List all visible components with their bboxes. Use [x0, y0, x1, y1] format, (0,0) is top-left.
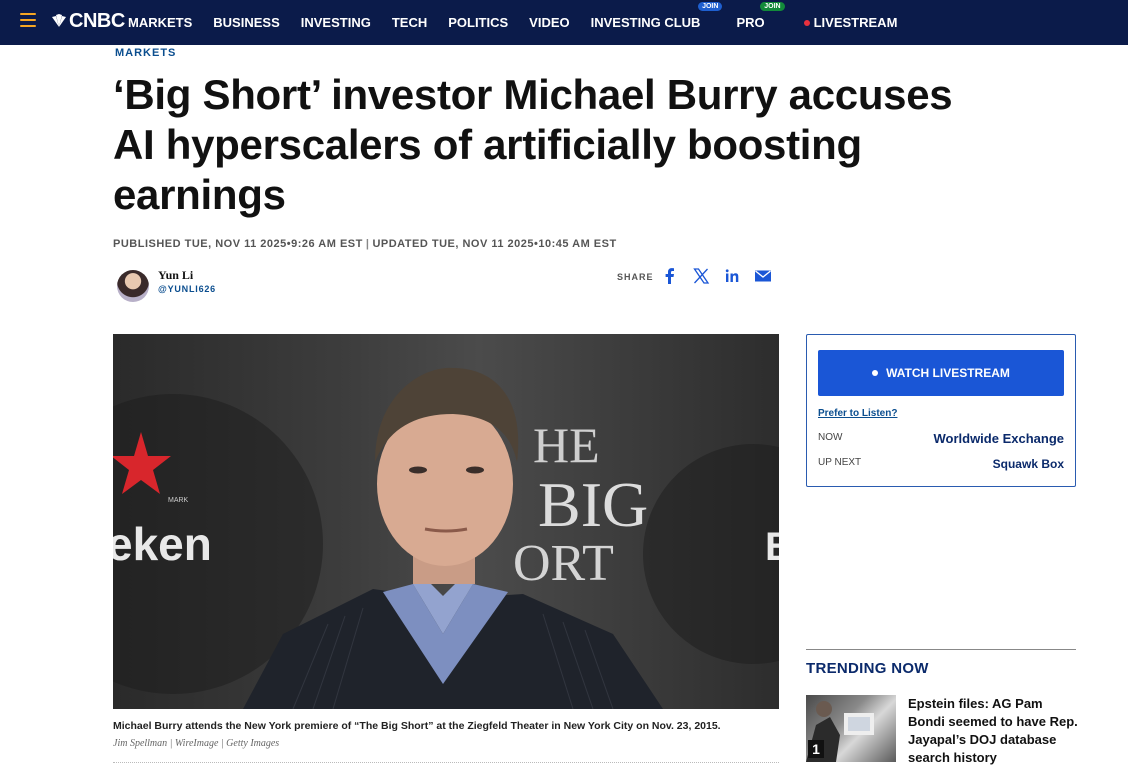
- linkedin-icon[interactable]: [723, 267, 741, 285]
- watch-livestream-button[interactable]: WATCH LIVESTREAM: [818, 350, 1064, 396]
- logo-text: CNBC: [69, 9, 125, 32]
- nav-menu: MARKETS BUSINESS INVESTING TECH POLITICS…: [128, 0, 918, 45]
- nav-label: MARKETS: [128, 15, 193, 30]
- nav-label: LIVESTREAM: [813, 15, 898, 30]
- sign-text-right-3: ORT: [513, 535, 614, 592]
- trending-rank: 1: [808, 740, 824, 758]
- nav-label: INVESTING: [300, 15, 371, 30]
- timestamps: PUBLISHED TUE, NOV 11 2025•9:26 AM EST | U…: [113, 238, 617, 250]
- trending-thumbnail[interactable]: 1: [806, 695, 896, 762]
- updated-time: UPDATED TUE, NOV 11 2025•10:45 AM EST: [372, 238, 617, 250]
- peacock-icon: [52, 14, 66, 27]
- sign-text-right-1: HE: [533, 417, 600, 473]
- live-dot-icon: [803, 19, 810, 26]
- nav-label: VIDEO: [529, 15, 570, 30]
- nav-item-video[interactable]: VIDEO: [529, 15, 569, 30]
- sign-text-right-2: BIG: [538, 469, 648, 540]
- top-nav: CNBC MARKETS BUSINESS INVESTING TECH POL…: [0, 0, 1128, 45]
- up-next-label: UP NEXT: [818, 457, 862, 468]
- nav-label: POLITICS: [448, 15, 509, 30]
- published-time: PUBLISHED TUE, NOV 11 2025•9:26 AM EST: [113, 238, 363, 250]
- nav-item-pro[interactable]: PRO JOIN: [736, 2, 785, 30]
- sign-mark-text: MARK: [168, 497, 189, 504]
- prefer-to-listen-link[interactable]: Prefer to Listen?: [818, 408, 897, 419]
- author-handle[interactable]: @YUNLI626: [158, 284, 216, 294]
- hero-image: MARK eken B HE BIG ORT: [113, 334, 779, 709]
- author-name[interactable]: Yun Li: [158, 268, 193, 283]
- trending-rule: [806, 649, 1076, 650]
- nav-label: INVESTING CLUB: [590, 15, 701, 30]
- svg-text:B: B: [765, 525, 779, 569]
- trending-headline[interactable]: Epstein files: AG Pam Bondi seemed to ha…: [908, 695, 1078, 767]
- image-caption: Michael Burry attends the New York premi…: [113, 720, 721, 732]
- cnbc-logo[interactable]: CNBC: [50, 8, 125, 34]
- menu-icon[interactable]: [20, 13, 36, 27]
- author-avatar[interactable]: [117, 270, 149, 302]
- up-next-program[interactable]: Squawk Box: [993, 457, 1064, 471]
- nav-label: BUSINESS: [213, 15, 280, 30]
- sign-text-left: eken: [113, 518, 212, 570]
- section-label[interactable]: MARKETS: [115, 47, 176, 59]
- share-label: SHARE: [617, 272, 654, 282]
- nav-item-politics[interactable]: POLITICS: [448, 15, 508, 30]
- timestamp-separator: |: [365, 238, 370, 250]
- join-badge[interactable]: JOIN: [760, 2, 785, 11]
- trending-title: TRENDING NOW: [806, 660, 929, 677]
- nav-item-investing[interactable]: INVESTING: [301, 15, 371, 30]
- now-program[interactable]: Worldwide Exchange: [933, 431, 1064, 446]
- nav-label: PRO: [736, 15, 765, 30]
- nav-item-tech[interactable]: TECH: [392, 15, 427, 30]
- photo-illustration: MARK eken B HE BIG ORT: [113, 367, 779, 709]
- article-headline: ‘Big Short’ investor Michael Burry accus…: [113, 71, 953, 218]
- nav-item-livestream[interactable]: LIVESTREAM: [803, 15, 898, 30]
- live-dot-icon: [872, 370, 879, 376]
- nav-label: TECH: [391, 15, 428, 30]
- now-label: NOW: [818, 432, 843, 443]
- nav-item-business[interactable]: BUSINESS: [213, 15, 279, 30]
- facebook-icon[interactable]: [661, 267, 679, 285]
- nav-item-investing-club[interactable]: INVESTING CLUB JOIN: [590, 2, 723, 30]
- x-icon[interactable]: [692, 267, 710, 285]
- email-icon[interactable]: [754, 267, 772, 285]
- join-badge[interactable]: JOIN: [698, 2, 723, 11]
- livestream-box: WATCH LIVESTREAM Prefer to Listen? NOW W…: [806, 334, 1076, 487]
- nav-item-markets[interactable]: MARKETS: [128, 15, 192, 30]
- watch-livestream-label: WATCH LIVESTREAM: [886, 366, 1010, 380]
- image-credit: Jim Spellman | WireImage | Getty Images: [113, 738, 280, 749]
- divider: [113, 762, 779, 763]
